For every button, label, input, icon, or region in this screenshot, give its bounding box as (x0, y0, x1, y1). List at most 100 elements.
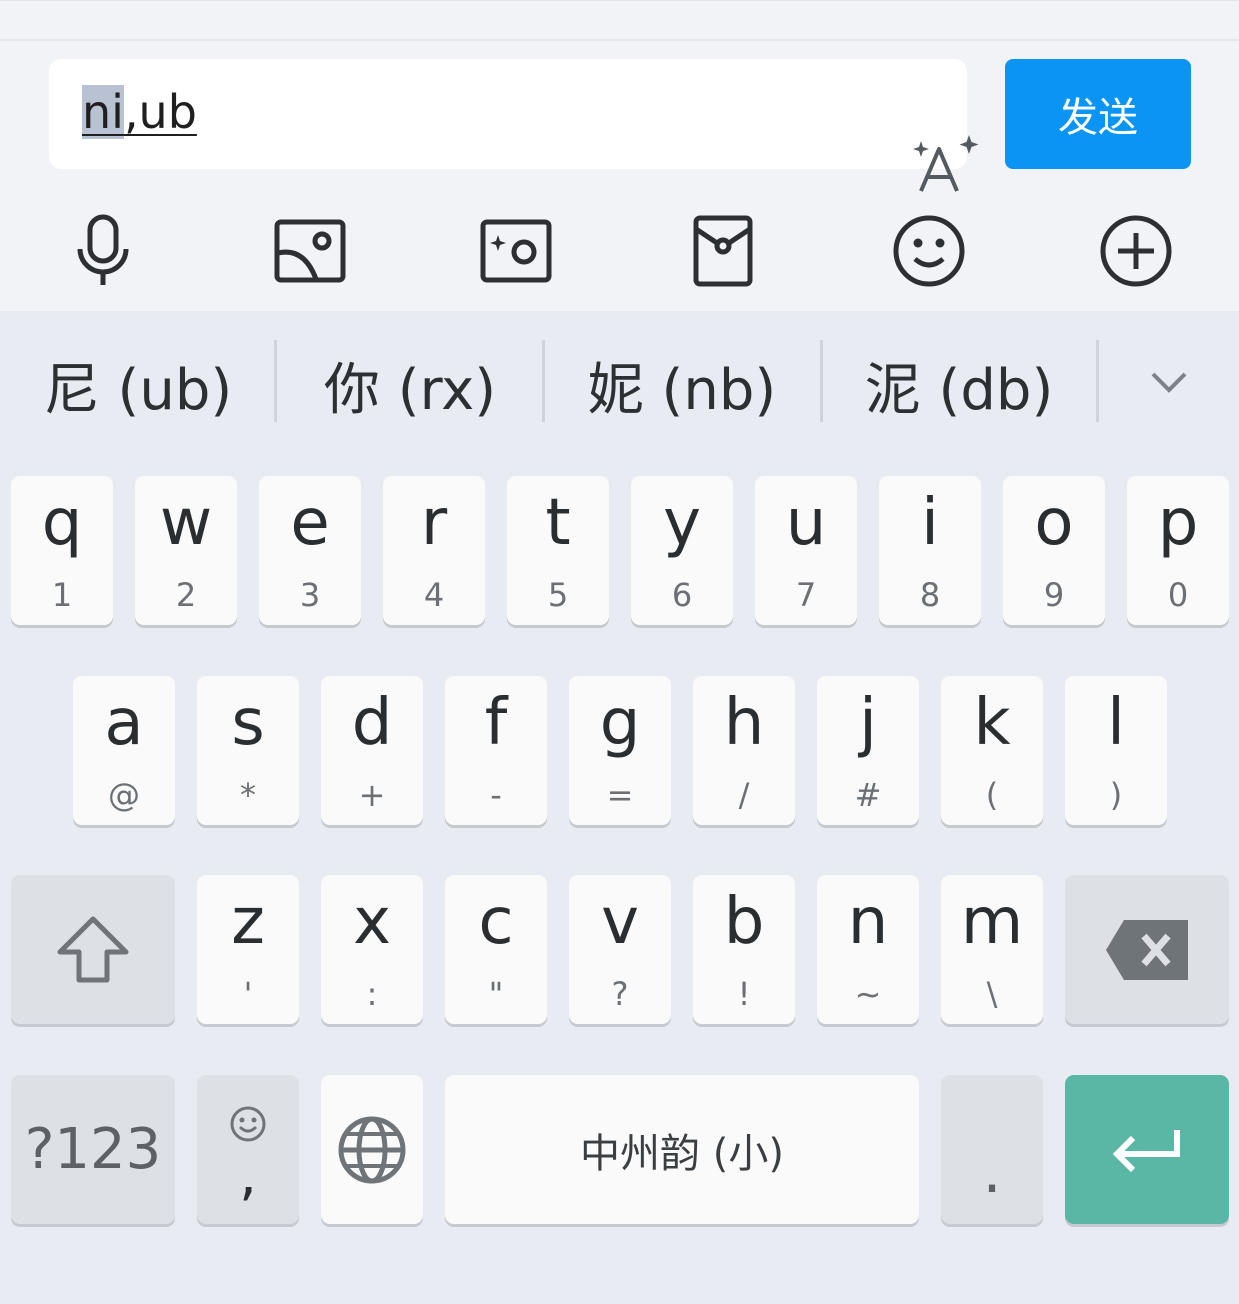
chevron-down-icon (1151, 372, 1187, 393)
key-secondary: : (366, 975, 378, 1013)
comma-label: , (239, 1143, 257, 1208)
key-letter: g (599, 686, 641, 760)
key-b[interactable]: b! (693, 875, 795, 1024)
key-secondary: ( (985, 776, 999, 814)
symbols-label: ?123 (24, 1117, 162, 1182)
key-letter: w (159, 486, 213, 560)
backspace-key[interactable] (1065, 875, 1229, 1024)
message-input[interactable]: ni,ub (49, 59, 979, 192)
key-q[interactable]: q1 (11, 476, 113, 625)
key-letter: b (723, 885, 765, 959)
key-r[interactable]: r4 (383, 476, 485, 625)
key-letter: i (921, 486, 939, 560)
emoji-icon (230, 1106, 266, 1142)
key-secondary: " (488, 975, 504, 1013)
key-secondary: @ (108, 776, 140, 814)
candidate-4[interactable]: 泥 (db) (840, 345, 1078, 425)
key-secondary: * (240, 776, 256, 814)
key-k[interactable]: k( (941, 676, 1043, 825)
key-secondary: 2 (175, 576, 197, 614)
key-letter: v (601, 885, 639, 959)
key-secondary: 3 (299, 576, 321, 614)
key-d[interactable]: d + (321, 676, 423, 825)
key-c[interactable]: c " (445, 875, 547, 1024)
enter-icon (1112, 1129, 1180, 1172)
composing-text: ,ub (123, 85, 197, 139)
key-secondary: - (490, 776, 502, 814)
red-packet-icon[interactable] (681, 209, 765, 293)
enter-key[interactable] (1065, 1075, 1229, 1224)
key-letter: a (104, 686, 144, 760)
key-e[interactable]: e3 (259, 476, 361, 625)
space-label: 中州韵 (小) (580, 1130, 784, 1177)
space-key[interactable]: 中州韵 (小) (445, 1075, 919, 1224)
key-v[interactable]: v? (569, 875, 671, 1024)
key-a[interactable]: a @ (73, 676, 175, 825)
key-secondary: 5 (547, 576, 569, 614)
camera-icon[interactable] (474, 209, 558, 293)
key-f[interactable]: f- (445, 676, 547, 825)
send-button[interactable]: 发送 (1005, 59, 1191, 169)
key-letter: u (785, 486, 827, 560)
key-secondary: ~ (854, 975, 882, 1013)
comma-emoji-key[interactable]: , (197, 1075, 299, 1224)
globe-icon (338, 1116, 406, 1183)
key-secondary: 0 (1167, 576, 1189, 614)
shift-key[interactable] (11, 875, 175, 1024)
candidate-3[interactable]: 妮 (nb) (562, 345, 802, 425)
key-g[interactable]: g = (569, 676, 671, 825)
divider (1096, 340, 1099, 422)
key-secondary: 8 (919, 576, 941, 614)
key-secondary: \ (986, 975, 998, 1013)
key-j[interactable]: j # (817, 676, 919, 825)
candidate-2[interactable]: 你 (rx) (295, 345, 525, 425)
symbols-key[interactable]: ?123 (11, 1075, 175, 1224)
key-letter: o (1034, 486, 1074, 560)
divider (542, 340, 545, 422)
key-letter: x (353, 885, 391, 959)
language-key[interactable] (321, 1075, 423, 1224)
key-t[interactable]: t5 (507, 476, 609, 625)
key-i[interactable]: i8 (879, 476, 981, 625)
key-letter: k (973, 686, 1011, 760)
key-letter: r (420, 486, 448, 560)
ai-text-icon[interactable] (907, 129, 983, 205)
key-letter: q (41, 486, 83, 560)
key-h[interactable]: h / (693, 676, 795, 825)
input-text: ni,ub (82, 85, 197, 139)
key-letter: y (663, 486, 701, 560)
key-secondary: ! (737, 975, 751, 1013)
plus-circle-icon[interactable] (1094, 209, 1178, 293)
key-z[interactable]: z ' (197, 875, 299, 1024)
key-letter: h (723, 686, 765, 760)
key-y[interactable]: y6 (631, 476, 733, 625)
key-secondary: ) (1109, 776, 1123, 814)
key-u[interactable]: u7 (755, 476, 857, 625)
key-w[interactable]: w2 (135, 476, 237, 625)
key-o[interactable]: o9 (1003, 476, 1105, 625)
key-letter: z (231, 885, 265, 959)
key-secondary: = (606, 776, 634, 814)
key-secondary: # (854, 776, 882, 814)
key-letter: j (859, 686, 877, 760)
shift-icon (57, 916, 129, 982)
key-l[interactable]: l) (1065, 676, 1167, 825)
key-p[interactable]: p0 (1127, 476, 1229, 625)
emoji-icon[interactable] (887, 209, 971, 293)
key-x[interactable]: x: (321, 875, 423, 1024)
image-icon[interactable] (268, 209, 352, 293)
selected-text: ni (82, 85, 124, 139)
key-n[interactable]: n ~ (817, 875, 919, 1024)
key-secondary: 1 (51, 576, 73, 614)
key-m[interactable]: m \ (941, 875, 1043, 1024)
mic-icon[interactable] (61, 209, 145, 293)
key-secondary: 9 (1043, 576, 1065, 614)
key-letter: c (478, 885, 514, 959)
key-secondary: 7 (795, 576, 817, 614)
key-s[interactable]: s * (197, 676, 299, 825)
period-key[interactable]: . (941, 1075, 1043, 1224)
key-letter: t (545, 486, 571, 560)
key-secondary: + (358, 776, 386, 814)
expand-candidates-button[interactable] (1136, 352, 1202, 412)
candidate-1[interactable]: 尼 (ub) (20, 345, 256, 425)
